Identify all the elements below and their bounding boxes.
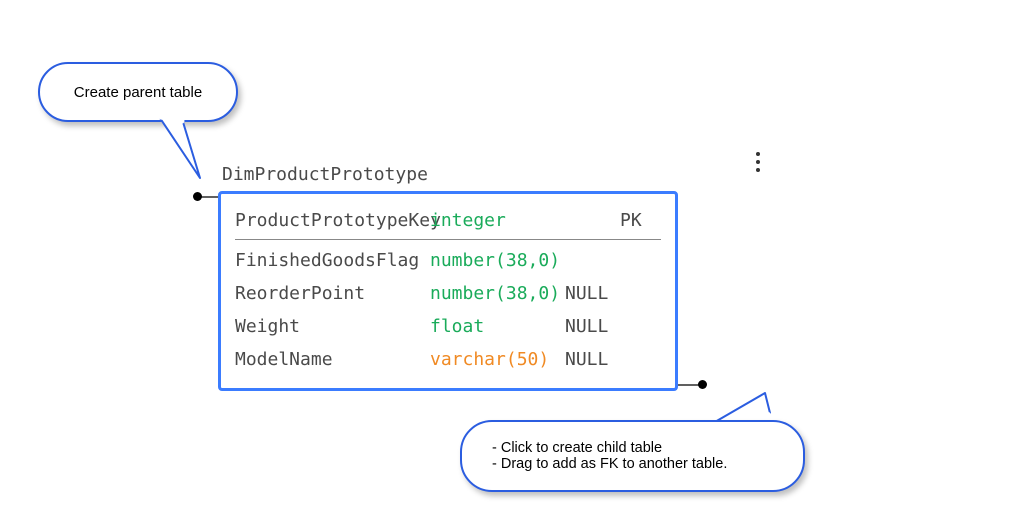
- create-child-handle[interactable]: [698, 380, 707, 389]
- table-divider: [235, 239, 661, 240]
- db-table[interactable]: DimProductPrototype ProductPrototypeKey …: [218, 164, 678, 391]
- create-parent-handle[interactable]: [193, 192, 202, 201]
- callout-create-parent: Create parent table: [38, 62, 238, 122]
- column-type: number(38,0): [430, 283, 565, 304]
- column-type: float: [430, 316, 565, 337]
- db-table-box: ProductPrototypeKey integer PK FinishedG…: [218, 191, 678, 391]
- column-nullable: NULL: [565, 349, 620, 370]
- column-type: varchar(50): [430, 349, 565, 370]
- table-row: ProductPrototypeKey integer PK: [235, 204, 661, 237]
- table-row: ModelName varchar(50) NULL: [235, 343, 661, 376]
- column-name: ProductPrototypeKey: [235, 210, 430, 231]
- callout-create-child-line2: - Drag to add as FK to another table.: [492, 456, 803, 472]
- table-row: ReorderPoint number(38,0) NULL: [235, 277, 661, 310]
- column-nullable: NULL: [565, 316, 620, 337]
- table-row: FinishedGoodsFlag number(38,0): [235, 244, 661, 277]
- db-table-name: DimProductPrototype: [218, 164, 678, 185]
- callout-create-child-line1: - Click to create child table: [492, 440, 803, 456]
- callout-create-child: - Click to create child table - Drag to …: [460, 420, 805, 492]
- column-name: ReorderPoint: [235, 283, 430, 304]
- table-row: Weight float NULL: [235, 310, 661, 343]
- callout-create-parent-tail: [155, 115, 215, 185]
- column-type: number(38,0): [430, 250, 565, 271]
- column-type: integer: [430, 210, 565, 231]
- column-nullable: NULL: [565, 283, 620, 304]
- column-name: FinishedGoodsFlag: [235, 250, 430, 271]
- more-options-icon[interactable]: [750, 148, 766, 176]
- column-name: ModelName: [235, 349, 430, 370]
- column-name: Weight: [235, 316, 430, 337]
- callout-create-parent-text: Create parent table: [74, 84, 202, 101]
- column-pk-badge: PK: [620, 210, 642, 231]
